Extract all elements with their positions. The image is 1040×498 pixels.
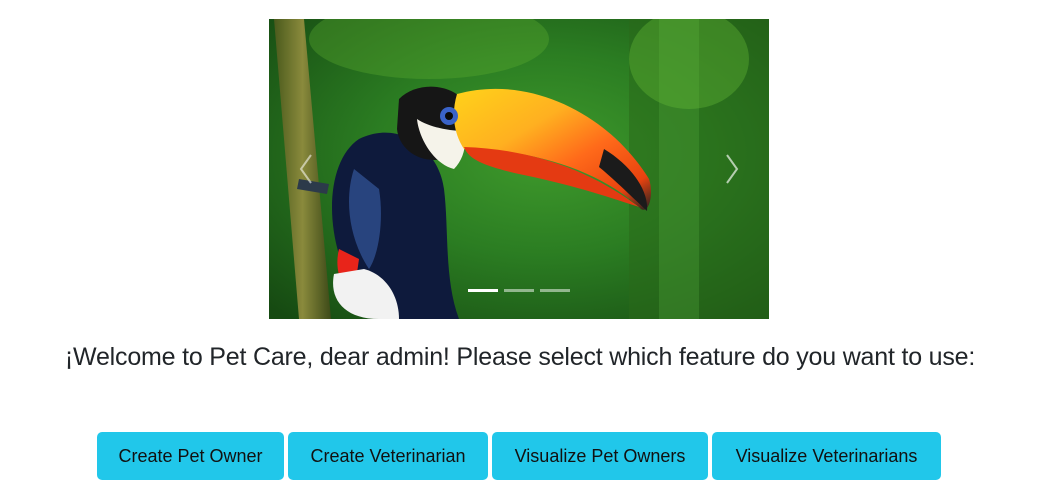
chevron-right-icon — [726, 154, 739, 184]
welcome-message: ¡Welcome to Pet Care, dear admin! Please… — [64, 343, 976, 371]
chevron-left-icon — [299, 154, 312, 184]
create-veterinarian-button[interactable]: Create Veterinarian — [288, 432, 488, 480]
carousel-indicator-1[interactable] — [468, 289, 498, 292]
page: ¡Welcome to Pet Care, dear admin! Please… — [0, 0, 1040, 498]
carousel-indicator-3[interactable] — [540, 289, 570, 292]
carousel-indicator-2[interactable] — [504, 289, 534, 292]
carousel-indicators — [468, 289, 578, 293]
visualize-pet-owners-button[interactable]: Visualize Pet Owners — [492, 432, 708, 480]
carousel-next-button[interactable] — [717, 149, 747, 189]
image-carousel[interactable] — [269, 19, 769, 319]
carousel-prev-button[interactable] — [291, 149, 321, 189]
visualize-veterinarians-button[interactable]: Visualize Veterinarians — [712, 432, 941, 480]
toucan-photo — [269, 19, 769, 319]
create-pet-owner-button[interactable]: Create Pet Owner — [97, 432, 284, 480]
